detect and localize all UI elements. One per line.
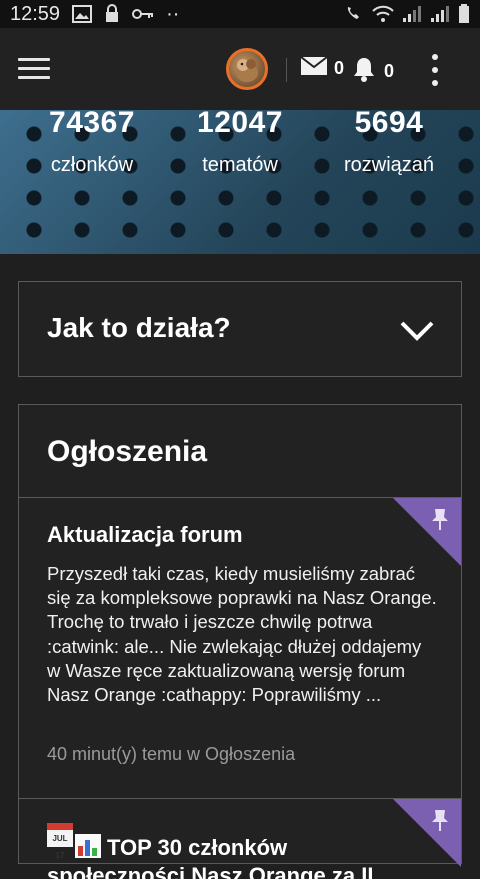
stat-topics: 12047 tematów <box>188 110 292 177</box>
lock-icon <box>104 4 120 24</box>
messages-button[interactable]: 0 <box>300 56 344 81</box>
stat-label: członków <box>50 154 134 176</box>
app-bar: 0 0 <box>0 28 480 110</box>
status-time: 12:59 <box>10 2 61 25</box>
signal-icon-2 <box>430 5 450 23</box>
image-notification-icon <box>72 5 93 23</box>
user-avatar[interactable] <box>226 48 268 90</box>
announcement-title-row[interactable]: JUL 17 TOP 30 członków społeczności Nasz … <box>47 823 407 879</box>
calendar-icon: JUL 17 <box>47 823 73 860</box>
status-more-dots: ·· <box>166 2 180 25</box>
more-options-icon[interactable] <box>428 54 442 86</box>
menu-icon[interactable] <box>18 58 50 80</box>
announcement-item[interactable]: Aktualizacja forum Przyszedł taki czas, … <box>19 498 461 799</box>
stat-label: rozwiązań <box>343 154 435 176</box>
stat-value: 74367 <box>49 110 135 139</box>
key-icon <box>132 7 154 21</box>
stat-label: tematów <box>202 154 278 176</box>
notifications-button[interactable]: 0 <box>352 56 394 87</box>
wifi-icon <box>372 5 394 23</box>
bell-icon <box>352 56 376 87</box>
battery-icon <box>458 4 470 24</box>
calendar-label: JUL 17 <box>52 834 68 860</box>
community-stats-banner: 74367 członków 12047 tematów 5694 rozwią… <box>0 110 480 254</box>
announcement-meta: 40 minut(y) temu w Ogłoszenia <box>47 744 296 764</box>
bar-chart-icon <box>75 834 101 858</box>
wifi-call-icon <box>344 5 364 23</box>
announcement-item[interactable]: JUL 17 TOP 30 członków społeczności Nasz … <box>19 799 461 879</box>
envelope-icon <box>300 56 328 81</box>
chevron-down-icon[interactable] <box>399 320 435 347</box>
announcements-header: Ogłoszenia <box>19 405 461 498</box>
messages-count: 0 <box>334 58 345 78</box>
section-title: Ogłoszenia <box>47 435 208 468</box>
status-bar: 12:59 ·· <box>0 0 480 28</box>
announcement-excerpt: Przyszedł taki czas, kiedy musieliśmy za… <box>47 563 437 706</box>
announcements-section: Ogłoszenia Aktualizacja forum Przyszedł … <box>18 404 462 879</box>
accordion-title: Jak to działa? <box>47 312 231 343</box>
stat-members: 74367 członków <box>40 110 144 177</box>
stat-solutions: 5694 rozwiązań <box>334 110 444 177</box>
pin-icon <box>429 508 451 537</box>
stat-value: 12047 <box>197 110 283 139</box>
pin-icon <box>429 809 451 838</box>
notifications-count: 0 <box>384 61 395 81</box>
how-it-works-accordion[interactable]: Jak to działa? <box>18 281 462 377</box>
stat-value: 5694 <box>354 110 424 139</box>
header-divider <box>286 58 287 82</box>
signal-icon <box>402 5 422 23</box>
announcement-title[interactable]: Aktualizacja forum <box>47 522 377 548</box>
